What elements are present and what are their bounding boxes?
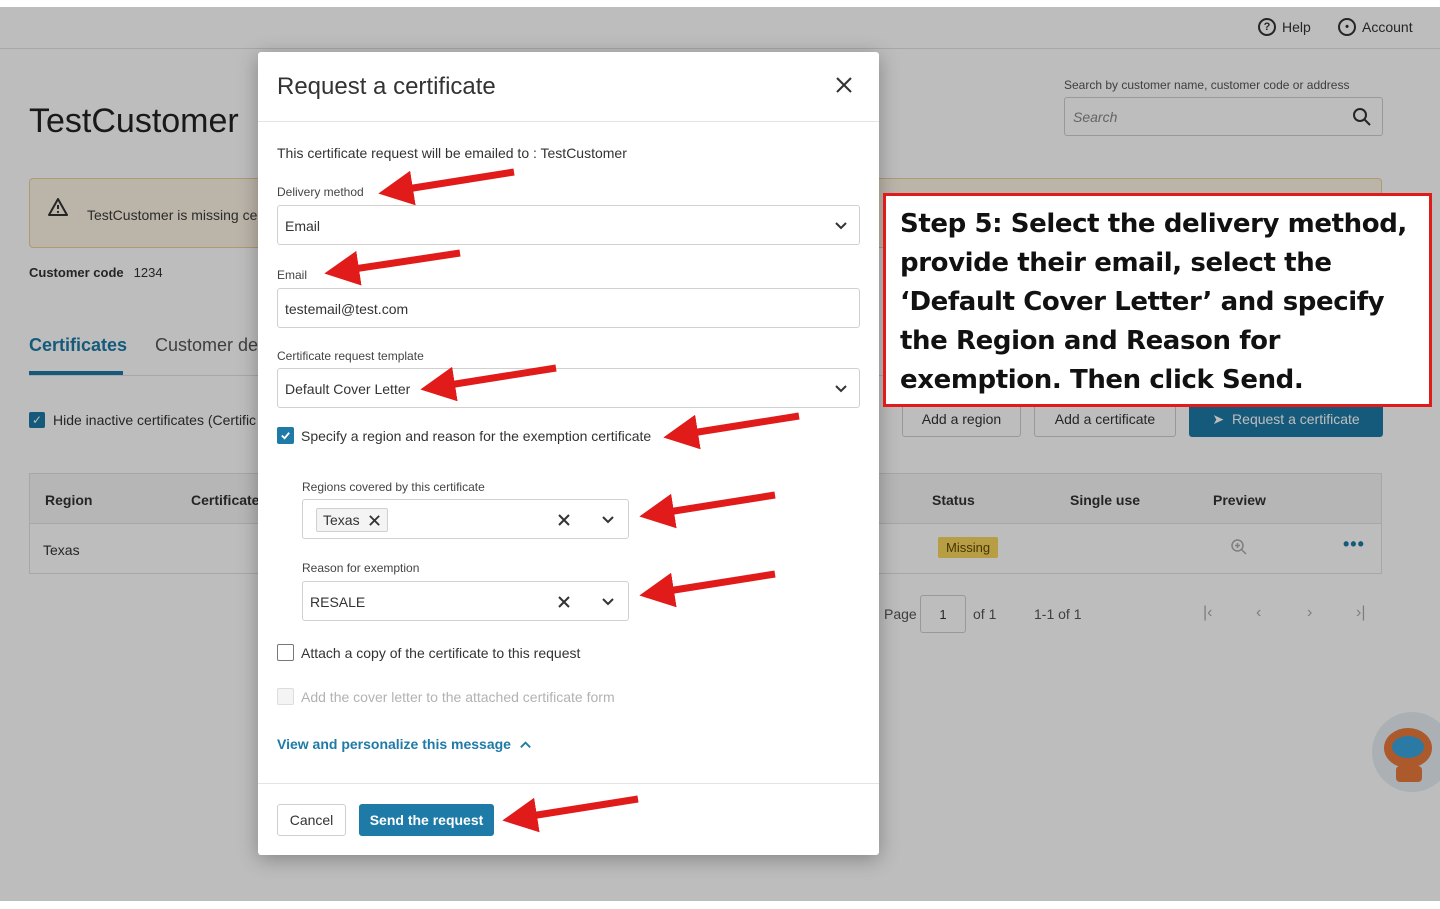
request-certificate-modal: Request a certificate This certificate r… [258, 52, 879, 855]
clear-icon[interactable] [557, 595, 571, 609]
add-cover-letter-label: Add the cover letter to the attached cer… [301, 688, 615, 705]
add-cover-letter-checkbox: Add the cover letter to the attached cer… [277, 688, 615, 705]
email-field[interactable]: testemail@test.com [277, 288, 860, 328]
send-request-button[interactable]: Send the request [359, 804, 494, 836]
cancel-button[interactable]: Cancel [277, 804, 346, 836]
attach-certificate-label: Attach a copy of the certificate to this… [301, 644, 581, 661]
chevron-down-icon[interactable] [601, 595, 615, 609]
checkbox-box [277, 688, 294, 705]
delivery-method-select[interactable]: Email [277, 205, 860, 245]
email-label: Email [277, 268, 308, 282]
template-label: Certificate request template [277, 349, 424, 363]
checkbox-box [277, 644, 294, 661]
chevron-down-icon [835, 222, 847, 230]
delivery-method-label: Delivery method [277, 185, 364, 199]
instruction-text: Step 5: Select the delivery method, prov… [900, 209, 1407, 395]
region-tag-label: Texas [323, 512, 360, 528]
modal-footer-divider [258, 783, 879, 784]
regions-select[interactable]: Texas [302, 499, 629, 539]
delivery-method-value: Email [285, 218, 321, 234]
reason-value: RESALE [310, 594, 366, 610]
clear-icon[interactable] [557, 513, 571, 527]
modal-info-text: This certificate request will be emailed… [277, 145, 627, 161]
close-icon[interactable] [835, 76, 853, 94]
reason-label: Reason for exemption [302, 561, 420, 575]
view-personalize-link[interactable]: View and personalize this message [277, 736, 532, 752]
checkmark-icon [277, 427, 294, 444]
template-value: Default Cover Letter [285, 381, 411, 397]
instruction-callout: Step 5: Select the delivery method, prov… [883, 193, 1432, 407]
specify-region-label: Specify a region and reason for the exem… [301, 427, 652, 444]
view-personalize-label: View and personalize this message [277, 736, 511, 752]
region-tag: Texas [316, 508, 388, 532]
regions-label: Regions covered by this certificate [302, 480, 485, 494]
remove-tag-icon[interactable] [368, 514, 381, 527]
attach-certificate-checkbox[interactable]: Attach a copy of the certificate to this… [277, 644, 580, 661]
chevron-down-icon [835, 385, 847, 393]
template-select[interactable]: Default Cover Letter [277, 368, 860, 408]
email-value: testemail@test.com [285, 301, 409, 317]
chevron-up-icon [520, 740, 531, 748]
modal-title: Request a certificate [277, 73, 496, 100]
specify-region-checkbox[interactable]: Specify a region and reason for the exem… [277, 427, 651, 444]
chevron-down-icon[interactable] [601, 513, 615, 527]
modal-header-divider [258, 121, 879, 122]
reason-select[interactable]: RESALE [302, 581, 629, 621]
